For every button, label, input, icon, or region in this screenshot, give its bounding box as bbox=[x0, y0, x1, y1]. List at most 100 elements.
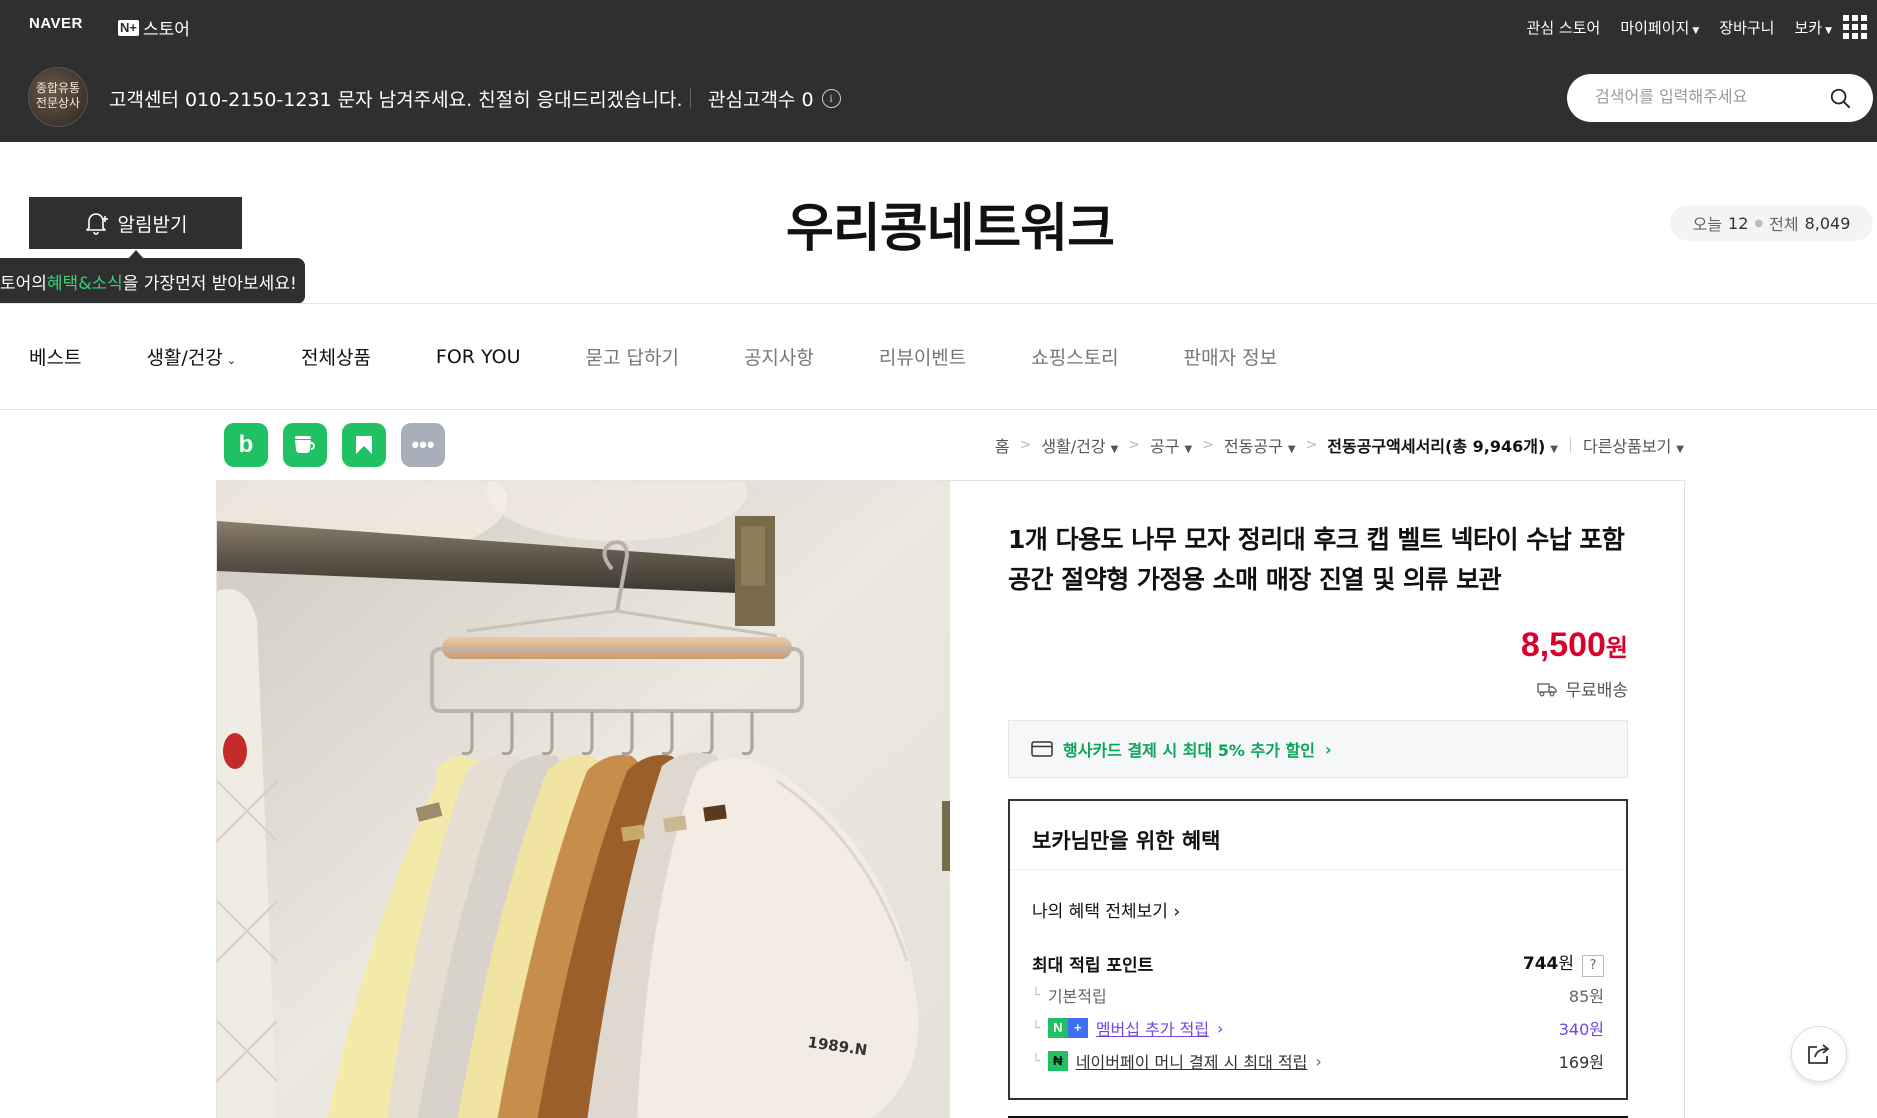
chevron-right-icon: › bbox=[1217, 1018, 1224, 1038]
card-promo-banner[interactable]: 행사카드 결제 시 최대 5% 추가 할인 › bbox=[1008, 720, 1628, 778]
card-promo-text: 행사카드 결제 시 최대 5% 추가 할인 bbox=[1063, 741, 1315, 760]
product-title: 1개 다용도 나무 모자 정리대 후크 캡 벨트 넥타이 수납 포함 공간 절약… bbox=[1008, 525, 1625, 594]
max-points-row: 최대 적립 포인트 744원? bbox=[1032, 949, 1604, 977]
credit-card-icon bbox=[1031, 741, 1053, 757]
caret-down-icon: ▼ bbox=[1110, 444, 1119, 455]
menu-mypage-label: 마이페이지 bbox=[1620, 19, 1690, 37]
total-label: 전체 bbox=[1769, 215, 1799, 234]
nav-living-health[interactable]: 생활/건강 ⌄ bbox=[146, 343, 236, 370]
apps-grid-icon[interactable] bbox=[1843, 15, 1867, 39]
truck-icon bbox=[1537, 682, 1558, 696]
menu-favorite-stores[interactable]: 관심 스토어 bbox=[1527, 17, 1601, 38]
search-input[interactable] bbox=[1595, 87, 1815, 106]
shipping-label: 무료배송 bbox=[1565, 681, 1628, 701]
alarm-tooltip: 토어의 혜택&소식 을 가장먼저 받아보세요! bbox=[0, 258, 305, 304]
divider bbox=[0, 303, 1877, 304]
total-count: 8,049 bbox=[1804, 213, 1851, 233]
breadcrumb-cat4[interactable]: 전동공구액세서리(총 9,946개) ▼ bbox=[1327, 433, 1558, 457]
nplus-store-logo[interactable]: N+ 스토어 bbox=[118, 15, 190, 40]
blog-share-icon[interactable]: b bbox=[224, 423, 268, 467]
shipping-info: 무료배송 bbox=[1537, 676, 1628, 701]
basic-points-row: └ 기본적립 85원 bbox=[1032, 983, 1604, 1007]
breadcrumb-cat2-label: 공구 bbox=[1150, 437, 1180, 456]
tooltip-highlight: 혜택&소식 bbox=[46, 273, 123, 294]
divider bbox=[1010, 869, 1626, 870]
benefit-title: 보카님만을 위한 혜택 bbox=[1032, 829, 1221, 853]
naverpay-link[interactable]: 네이버페이 머니 결제 시 최대 적립 bbox=[1076, 1049, 1308, 1073]
customer-center-text: 고객센터 010-2150-1231 문자 남겨주세요. 친절히 응대드리겠습니… bbox=[109, 89, 683, 111]
menu-user-label: 보카 bbox=[1794, 19, 1823, 37]
today-label: 오늘 bbox=[1692, 215, 1723, 234]
chevron-right-icon: › bbox=[1324, 739, 1332, 759]
menu-user[interactable]: 보카 ▼ bbox=[1794, 17, 1832, 38]
nav-for-you[interactable]: FOR YOU bbox=[436, 346, 521, 368]
nav-all-products[interactable]: 전체상품 bbox=[301, 343, 371, 370]
product-photo-illustration: 1989.N bbox=[217, 481, 950, 1118]
product-image[interactable]: 1989.N bbox=[217, 481, 950, 1118]
search-icon[interactable] bbox=[1829, 87, 1851, 109]
basic-points-value: 85원 bbox=[1568, 987, 1604, 1006]
chevron-right-icon: › bbox=[1315, 1051, 1322, 1071]
caret-down-icon: ▼ bbox=[1692, 26, 1700, 36]
breadcrumb-separator-icon: > bbox=[1305, 437, 1318, 453]
help-icon[interactable]: ? bbox=[1582, 955, 1604, 977]
breadcrumb-home[interactable]: 홈 bbox=[995, 433, 1010, 457]
naverpay-points-row: └ ₦ 네이버페이 머니 결제 시 최대 적립 › 169원 bbox=[1032, 1049, 1604, 1073]
breadcrumb-separator-icon: > bbox=[1128, 437, 1141, 453]
benefit-box: 보카님만을 위한 혜택 나의 혜택 전체보기 › 최대 적립 포인트 744원?… bbox=[1008, 799, 1628, 1100]
max-points-unit: 원 bbox=[1558, 954, 1574, 974]
store-title[interactable]: 우리콩네트워크 bbox=[0, 186, 1877, 261]
view-all-benefits-label: 나의 혜택 전체보기 bbox=[1032, 902, 1168, 922]
chevron-down-icon: ⌄ bbox=[226, 354, 236, 367]
nav-review-event[interactable]: 리뷰이벤트 bbox=[879, 343, 966, 370]
nav-best[interactable]: 베스트 bbox=[29, 343, 81, 370]
divider bbox=[690, 88, 691, 108]
breadcrumb: 홈 > 생활/건강 ▼ > 공구 ▼ > 전동공구 ▼ > 전동공구액세서리(총 9,… bbox=[995, 433, 1684, 457]
nav-notice[interactable]: 공지사항 bbox=[744, 343, 814, 370]
info-icon[interactable]: i bbox=[821, 89, 841, 108]
search-box bbox=[1567, 74, 1873, 122]
breadcrumb-cat1-label: 생활/건강 bbox=[1041, 437, 1106, 456]
other-products-dropdown[interactable]: 다른상품보기 ▼ bbox=[1583, 433, 1684, 457]
naverpay-icon: ₦ bbox=[1047, 1051, 1068, 1071]
today-count: 12 bbox=[1728, 213, 1749, 233]
max-points-value: 744 bbox=[1522, 954, 1559, 974]
membership-points-value: 340원 bbox=[1558, 1020, 1604, 1039]
top-bar: NAVER N+ 스토어 관심 스토어 마이페이지 ▼ 장바구니 보카 ▼ 종합유통… bbox=[0, 0, 1877, 142]
caret-down-icon: ▼ bbox=[1825, 26, 1832, 36]
breadcrumb-cat3-label: 전동공구 bbox=[1223, 437, 1283, 456]
nav-qna[interactable]: 묻고 답하기 bbox=[585, 343, 678, 370]
elbow-icon: └ bbox=[1032, 987, 1040, 1003]
membership-link[interactable]: 멤버십 추가 적립 bbox=[1096, 1016, 1209, 1040]
more-icon[interactable]: ••• bbox=[401, 423, 445, 467]
breadcrumb-cat4-label: 전동공구액세서리(총 9,946개) bbox=[1327, 437, 1546, 456]
breadcrumb-cat3[interactable]: 전동공구 ▼ bbox=[1224, 433, 1296, 457]
store-avatar[interactable]: 종합유통 전문상사 bbox=[28, 67, 88, 127]
bookmark-share-icon[interactable] bbox=[342, 423, 386, 467]
product-price: 8,500원 bbox=[1521, 626, 1628, 665]
view-all-benefits-link[interactable]: 나의 혜택 전체보기 › bbox=[1032, 897, 1180, 922]
naver-logo[interactable]: NAVER bbox=[29, 15, 83, 32]
top-menu: 관심 스토어 마이페이지 ▼ 장바구니 보카 ▼ bbox=[1527, 17, 1832, 38]
nplus-badge: N+ bbox=[118, 19, 139, 36]
breadcrumb-cat1[interactable]: 생활/건강 ▼ bbox=[1041, 433, 1118, 457]
tooltip-text: 토어의 bbox=[0, 273, 47, 294]
nplus-store-text: 스토어 bbox=[142, 20, 190, 40]
nav-seller-info[interactable]: 판매자 정보 bbox=[1184, 343, 1277, 370]
price-value: 8,500 bbox=[1520, 626, 1606, 664]
product-info: 1개 다용도 나무 모자 정리대 후크 캡 벨트 넥타이 수납 포함 공간 절약… bbox=[1008, 520, 1628, 1100]
menu-mypage[interactable]: 마이페이지 ▼ bbox=[1620, 17, 1699, 38]
caret-down-icon: ▼ bbox=[1287, 444, 1296, 455]
share-icon bbox=[1808, 1044, 1829, 1064]
store-nav: 베스트 생활/건강 ⌄ 전체상품 FOR YOU 묻고 답하기 공지사항 리뷰이벤… bbox=[29, 343, 1342, 370]
naverpay-points-value: 169원 bbox=[1558, 1053, 1604, 1072]
floating-share-button[interactable] bbox=[1791, 1026, 1847, 1082]
breadcrumb-cat2[interactable]: 공구 ▼ bbox=[1150, 433, 1192, 457]
basic-points-label: 기본적립 bbox=[1047, 987, 1107, 1006]
nav-shopping-story[interactable]: 쇼핑스토리 bbox=[1031, 343, 1118, 370]
caret-down-icon: ▼ bbox=[1184, 444, 1193, 455]
menu-cart[interactable]: 장바구니 bbox=[1719, 17, 1774, 38]
cafe-share-icon[interactable] bbox=[283, 423, 327, 467]
dot-separator: ● bbox=[1754, 217, 1764, 229]
max-points-label: 최대 적립 포인트 bbox=[1032, 955, 1154, 976]
